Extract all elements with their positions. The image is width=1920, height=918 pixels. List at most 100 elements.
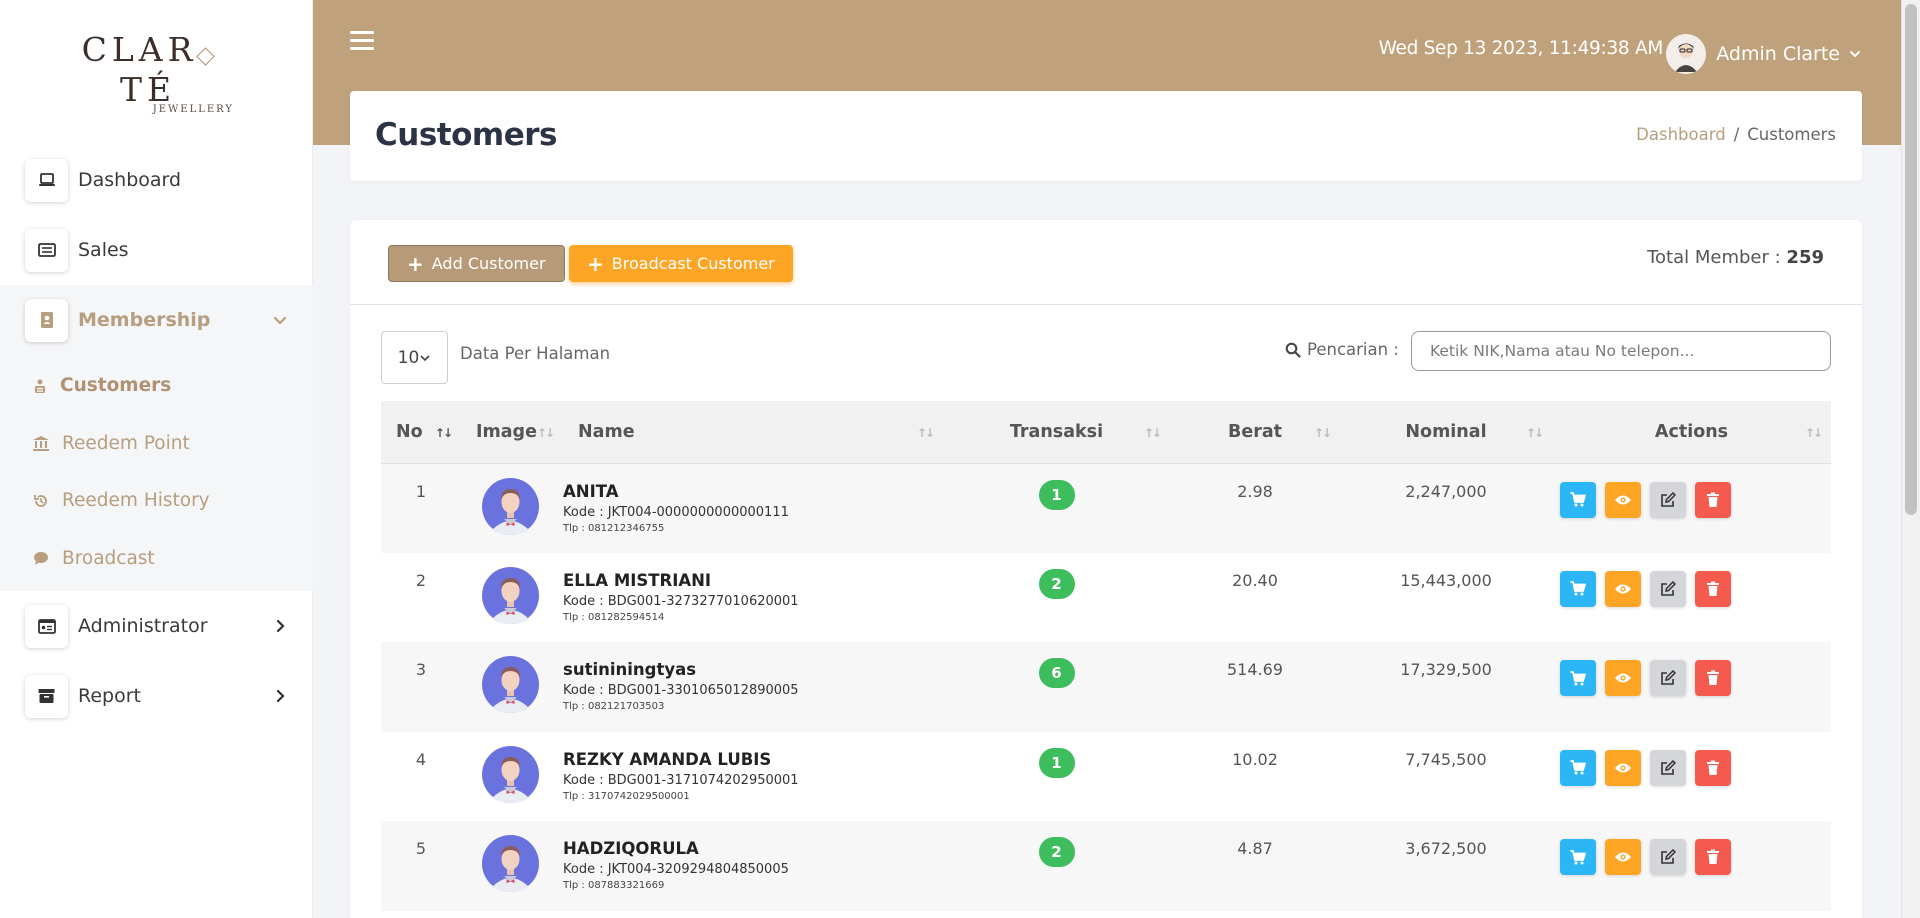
delete-button[interactable] — [1695, 749, 1731, 786]
cart-button[interactable] — [1560, 481, 1596, 518]
column-header-no[interactable]: No ↑↓ — [381, 401, 461, 464]
scrollbar-thumb[interactable] — [1905, 4, 1917, 515]
sidebar-item-membership[interactable]: Membership — [0, 285, 313, 355]
sidebar-subitem-reedem-point[interactable]: Reedem Point — [0, 415, 313, 473]
chevron-right-icon — [276, 619, 285, 633]
edit-button[interactable] — [1650, 570, 1686, 607]
customer-kode: Kode : BDG001-3273277010620001 — [563, 593, 799, 609]
customer-phone: Tlp : 081282594514 — [563, 611, 665, 623]
column-header-name[interactable]: Name ↑↓ — [563, 401, 943, 464]
view-button[interactable] — [1605, 749, 1641, 786]
customer-name[interactable]: ELLA MISTRIANI — [563, 571, 943, 590]
cart-icon — [1570, 670, 1586, 685]
page-scrollbar[interactable] — [1901, 0, 1920, 918]
users-icon — [35, 379, 45, 393]
brand-logo[interactable]: CLARTÉ JEWELLERY — [58, 30, 238, 115]
total-member-label: Total Member : — [1647, 247, 1787, 268]
sidebar-item-dashboard[interactable]: Dashboard — [0, 145, 313, 215]
table-row: 4 REZKY AMANDA LUBIS Kode : BDG001-31710… — [381, 731, 1831, 822]
column-header-transaksi[interactable]: Transaksi ↑↓ — [943, 401, 1170, 464]
view-button[interactable] — [1605, 481, 1641, 518]
edit-button[interactable] — [1650, 481, 1686, 518]
membership-submenu: Customers Reedem Point Reedem History Br… — [0, 355, 313, 591]
edit-button[interactable] — [1650, 839, 1686, 875]
edit-icon — [1661, 849, 1676, 864]
trash-icon — [1707, 670, 1719, 685]
view-button[interactable] — [1605, 839, 1641, 875]
cell-berat: 4.87 — [1237, 839, 1273, 858]
delete-button[interactable] — [1695, 570, 1731, 607]
cell-no: 3 — [415, 660, 427, 679]
customer-name[interactable]: ANITA — [563, 482, 943, 501]
customer-name[interactable]: sutininingtyas — [563, 660, 943, 679]
column-header-berat[interactable]: Berat ↑↓ — [1170, 401, 1340, 464]
sort-icon: ↑↓ — [1525, 426, 1544, 440]
sidebar-item-sales[interactable]: Sales — [0, 215, 313, 285]
cell-actions — [1552, 642, 1831, 732]
chevron-down-icon — [273, 316, 287, 325]
customers-card: + Add Customer + Broadcast Customer Total … — [350, 220, 1862, 918]
chevron-down-icon — [420, 354, 430, 361]
user-name: Admin Clarte — [1716, 43, 1840, 65]
sort-icon: ↑↓ — [434, 426, 453, 440]
sidebar-nav: Dashboard Sales Membership Customers Ree… — [0, 145, 313, 731]
sidebar-item-administrator[interactable]: Administrator — [0, 591, 313, 661]
cart-icon — [1570, 849, 1586, 864]
cart-button[interactable] — [1560, 749, 1596, 786]
cell-nominal: 17,329,500 — [1400, 660, 1492, 679]
sidebar-subitem-reedem-history[interactable]: Reedem History — [0, 472, 313, 530]
customer-phone: Tlp : 082121703503 — [563, 701, 665, 712]
column-header-nominal[interactable]: Nominal ↑↓ — [1340, 401, 1552, 464]
cell-image — [461, 553, 563, 643]
delete-button[interactable] — [1695, 839, 1731, 875]
column-header-image[interactable]: Image ↑↓ — [461, 401, 563, 464]
cell-actions — [1552, 463, 1831, 553]
sidebar-subitem-broadcast[interactable]: Broadcast — [0, 530, 313, 588]
sidebar-item-report[interactable]: Report — [0, 661, 313, 731]
edit-icon — [1661, 491, 1676, 507]
customer-avatar-icon — [482, 835, 539, 892]
cart-button[interactable] — [1560, 660, 1596, 696]
delete-button[interactable] — [1695, 660, 1731, 696]
edit-icon — [1661, 580, 1676, 596]
broadcast-customer-button[interactable]: + Broadcast Customer — [569, 245, 793, 282]
cart-button[interactable] — [1560, 570, 1596, 607]
customer-phone: Tlp : 3170742029500001 — [563, 790, 690, 802]
add-customer-button[interactable]: + Add Customer — [388, 245, 565, 282]
edit-button[interactable] — [1650, 749, 1686, 786]
sidebar-item-label: Administrator — [78, 615, 208, 637]
address-book-icon — [25, 298, 68, 342]
per-page-select[interactable]: 10 — [381, 331, 448, 384]
cell-image — [461, 642, 563, 732]
user-menu[interactable]: Admin Clarte — [1666, 34, 1862, 74]
table-body: 1 ANITA Kode : JKT004-0000000000000111 T… — [381, 463, 1831, 911]
customer-name[interactable]: REZKY AMANDA LUBIS — [563, 750, 943, 769]
breadcrumb-link-dashboard[interactable]: Dashboard — [1636, 125, 1726, 144]
trash-icon — [1707, 760, 1719, 775]
cart-icon — [1570, 581, 1586, 596]
cell-name: ELLA MISTRIANI Kode : BDG001-32732770106… — [563, 553, 943, 643]
sort-icon: ↑↓ — [1313, 426, 1332, 440]
customer-name[interactable]: HADZIQORULA — [563, 839, 943, 858]
customer-avatar-icon — [482, 566, 539, 624]
cart-button[interactable] — [1560, 839, 1596, 875]
cell-nominal: 7,745,500 — [1405, 749, 1487, 769]
cell-name: REZKY AMANDA LUBIS Kode : BDG001-3171074… — [563, 732, 943, 822]
sort-icon: ↑↓ — [916, 426, 935, 440]
delete-button[interactable] — [1695, 481, 1731, 518]
sidebar-subitem-label: Customers — [60, 375, 172, 397]
table-row: 3 sutininingtyas Kode : BDG001-330106501… — [381, 642, 1831, 732]
cell-no: 5 — [415, 839, 427, 858]
cell-image — [461, 463, 563, 553]
menu-toggle-icon[interactable] — [350, 31, 374, 53]
customer-avatar-icon — [482, 656, 539, 713]
view-button[interactable] — [1605, 570, 1641, 607]
sidebar-item-label: Membership — [78, 309, 211, 331]
sidebar-subitem-label: Broadcast — [62, 547, 155, 569]
view-button[interactable] — [1605, 660, 1641, 696]
search-input[interactable] — [1411, 331, 1831, 371]
cell-no: 1 — [415, 481, 427, 501]
edit-button[interactable] — [1650, 660, 1686, 696]
column-header-actions[interactable]: Actions ↑↓ — [1552, 401, 1831, 464]
sidebar-subitem-customers[interactable]: Customers — [0, 357, 313, 415]
